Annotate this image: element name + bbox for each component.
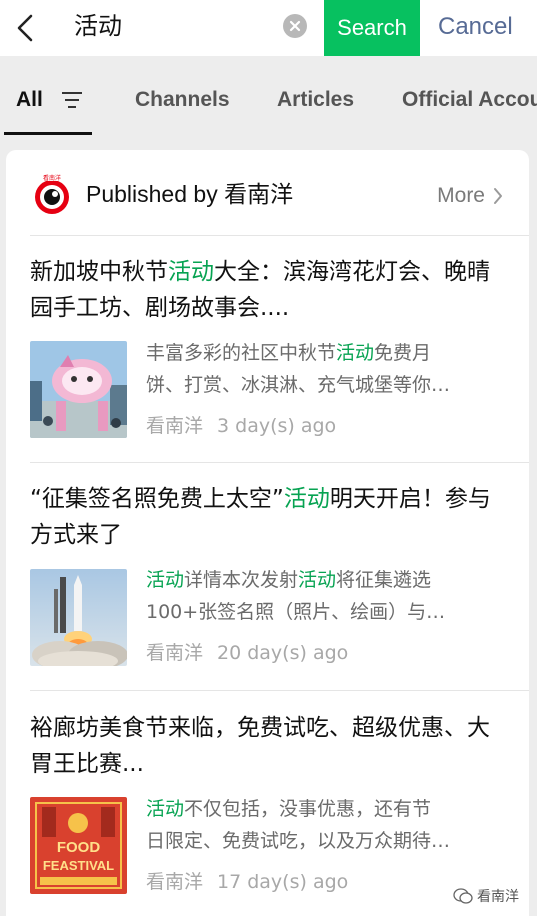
lantern-festival-photo [30, 341, 127, 438]
article-title: 裕廊坊美食节来临，免费试吃、超级优惠、大胃王比赛... [30, 710, 510, 782]
snippet-text: 饼、打赏、冰淇淋、充气城堡等你… [146, 374, 451, 396]
publisher-logo: 看南洋 [35, 174, 69, 214]
snippet-text: 日限定、免费试吃，以及万众期待… [146, 830, 451, 852]
publisher-label: Published by 看南洋 [86, 181, 294, 207]
article-meta: 看南洋 17 day(s) ago [146, 868, 348, 896]
search-button[interactable]: Search [324, 0, 420, 56]
active-tab-indicator [4, 132, 92, 135]
article-source: 看南洋 [146, 642, 204, 664]
cancel-button[interactable]: Cancel [438, 10, 513, 44]
svg-text:看南洋: 看南洋 [43, 174, 61, 182]
back-arrow-icon [17, 14, 33, 42]
back-button[interactable] [10, 8, 40, 48]
snippet-text: 不仅包括，没事优惠，还有节 [184, 798, 432, 820]
search-input[interactable]: 活动 [56, 0, 324, 56]
wechat-icon [453, 888, 473, 904]
more-label: More [437, 184, 485, 207]
article-source: 看南洋 [146, 415, 204, 437]
divider [30, 462, 529, 463]
article-snippet: 活动详情本次发射活动将征集遴选 100+张签名照（照片、绘画）与… [146, 564, 506, 628]
snippet-highlight: 活动 [298, 569, 337, 591]
tab-channels[interactable]: Channels [135, 86, 230, 114]
thumb-text-food: FOOD [57, 839, 100, 856]
title-highlight: 活动 [168, 259, 214, 285]
article-source: 看南洋 [146, 871, 204, 893]
article-time: 3 day(s) ago [217, 415, 337, 437]
snippet-text: 丰富多彩的社区中秋节 [146, 342, 337, 364]
tab-bar: All Channels Articles Official Accounts [0, 56, 537, 138]
article-title: “征集签名照免费上太空”活动明天开启！参与方式来了 [30, 481, 510, 553]
snippet-text: 详情本次发射 [184, 569, 299, 591]
article-item[interactable]: 新加坡中秋节活动大全：滨海湾花灯会、晚晴园手工坊、剧场故事会.... 丰富多彩的… [6, 254, 529, 454]
thumb-text-feastival: FEASTIVAL [43, 858, 114, 873]
article-item[interactable]: “征集签名照免费上太空”活动明天开启！参与方式来了 活动详情本次发射活动将征集遴… [6, 481, 529, 681]
article-meta: 看南洋 20 day(s) ago [146, 639, 348, 667]
article-time: 17 day(s) ago [217, 871, 349, 893]
clear-icon [289, 20, 301, 32]
tab-all[interactable]: All [16, 86, 43, 114]
title-text: 裕廊坊美食节来临，免费试吃、超级优惠、大胃王比赛... [30, 715, 490, 777]
snippet-text: 免费月 [374, 342, 432, 364]
snippet-highlight: 活动 [146, 569, 185, 591]
snippet-highlight: 活动 [146, 798, 185, 820]
title-text: 新加坡中秋节 [30, 259, 168, 285]
divider [30, 235, 529, 236]
title-text: “征集签名照免费上太空” [30, 486, 284, 512]
snippet-highlight: 活动 [336, 342, 375, 364]
tab-official-accounts[interactable]: Official Accounts [402, 86, 537, 114]
title-highlight: 活动 [283, 486, 330, 512]
filter-icon[interactable] [60, 90, 84, 110]
watermark-text: 看南洋 [477, 889, 519, 905]
article-title: 新加坡中秋节活动大全：滨海湾花灯会、晚晴园手工坊、剧场故事会.... [30, 254, 510, 326]
watermark: 看南洋 [449, 884, 523, 908]
snippet-text: 将征集遴选 [336, 569, 432, 591]
article-meta: 看南洋 3 day(s) ago [146, 412, 336, 440]
article-thumbnail: FOOD FEASTIVAL [30, 797, 127, 894]
article-item[interactable]: 裕廊坊美食节来临，免费试吃、超级优惠、大胃王比赛... FOOD FEASTIV… [6, 710, 529, 910]
article-thumbnail [30, 569, 127, 666]
clear-search-button[interactable] [283, 14, 307, 38]
tab-articles[interactable]: Articles [277, 86, 354, 114]
publisher-row[interactable]: 看南洋 Published by 看南洋 More [6, 150, 529, 236]
article-thumbnail [30, 341, 127, 438]
article-snippet: 活动不仅包括，没事优惠，还有节 日限定、免费试吃，以及万众期待… [146, 793, 506, 857]
more-button[interactable]: More [437, 182, 503, 210]
results-card: 看南洋 Published by 看南洋 More 新加坡中秋节活动大全：滨海湾… [6, 150, 529, 916]
chevron-right-icon [494, 188, 502, 204]
search-query-text[interactable]: 活动 [74, 10, 122, 42]
article-time: 20 day(s) ago [217, 642, 349, 664]
article-snippet: 丰富多彩的社区中秋节活动免费月 饼、打赏、冰淇淋、充气城堡等你… [146, 337, 506, 401]
rocket-launch-photo [30, 569, 127, 666]
snippet-text: 100+张签名照（照片、绘画）与… [146, 601, 446, 623]
search-header: 活动 Search Cancel [0, 0, 537, 56]
divider [30, 690, 529, 691]
food-festival-poster: FOOD FEASTIVAL [30, 797, 127, 894]
